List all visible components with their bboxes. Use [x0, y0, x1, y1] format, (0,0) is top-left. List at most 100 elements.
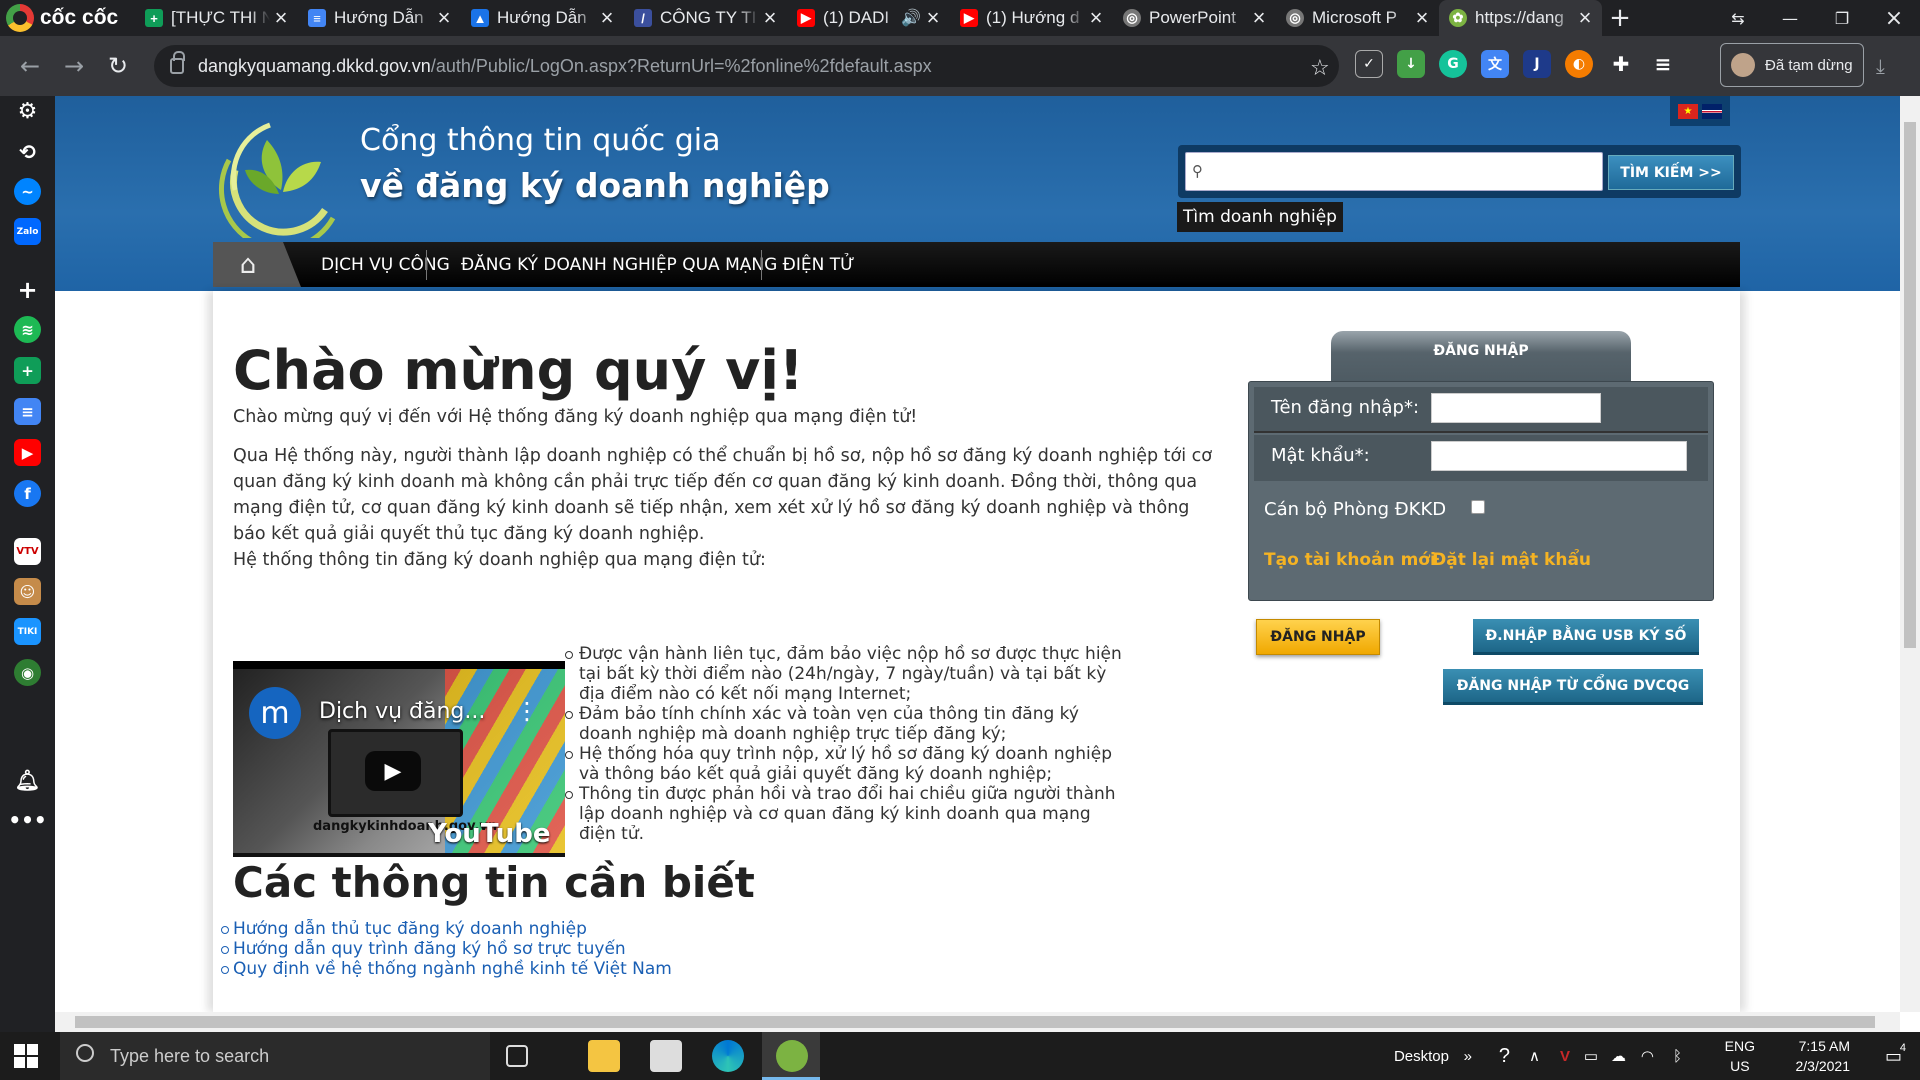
login-button[interactable]: ĐĂNG NHẬP [1256, 619, 1380, 655]
youtube-logo[interactable]: YouTube [428, 819, 550, 849]
antivirus-icon[interactable]: V [1560, 1032, 1570, 1080]
j-extension-icon[interactable]: J [1523, 50, 1551, 78]
tab-4[interactable]: ▶ (1) DADI 🔊 × [787, 0, 950, 36]
add-icon[interactable]: + [14, 276, 41, 304]
shield-icon[interactable]: ✓ [1355, 50, 1383, 78]
username-field[interactable] [1431, 393, 1601, 423]
tab-5[interactable]: ▶ (1) Hướng d × [950, 0, 1113, 36]
download-icon[interactable]: ⤓ [1876, 54, 1885, 78]
language-indicator[interactable]: ENG US [1725, 1032, 1755, 1080]
tiki-icon[interactable]: TIKI [14, 618, 41, 645]
windows-start-icon[interactable] [14, 1044, 38, 1068]
bell-icon[interactable]: 🔔︎ [14, 766, 41, 793]
download-arrow-icon[interactable]: ↓ [1397, 50, 1425, 78]
speaker-icon[interactable]: 🔊 [900, 8, 922, 28]
youtube-video-embed[interactable]: m Dịch vụ đăng... ⋮ ▶ dangkykinhdoanh.go… [233, 661, 565, 857]
youtube-icon[interactable]: ▶ [14, 439, 41, 466]
puzzle-icon[interactable]: ✚ [1607, 50, 1635, 78]
profile-button[interactable]: Đã tạm dừng [1720, 43, 1864, 87]
clock[interactable]: 7:15 AM 2/3/2021 [1796, 1032, 1851, 1080]
close-tab-icon[interactable]: × [596, 5, 618, 31]
minimize-icon[interactable]: — [1764, 0, 1816, 36]
video-menu-icon[interactable]: ⋮ [515, 697, 539, 725]
wifi-icon[interactable]: ◠ [1641, 1032, 1654, 1080]
business-search-input[interactable] [1185, 152, 1603, 191]
nav-online-registration[interactable]: ĐĂNG KÝ DOANH NGHIỆP QUA MẠNG ĐIỆN TỬ [461, 242, 855, 287]
desktop-chevron-icon[interactable]: » [1464, 1032, 1472, 1080]
nav-public-services[interactable]: DỊCH VỤ CÔNG [321, 242, 450, 287]
bookmark-star-icon[interactable]: ☆ [1310, 56, 1330, 81]
back-icon[interactable]: ← [8, 44, 52, 88]
password-field[interactable] [1431, 441, 1687, 471]
close-tab-icon[interactable]: × [759, 5, 781, 31]
play-icon[interactable]: ▶ [365, 751, 421, 791]
more-icon[interactable]: ••• [8, 806, 46, 833]
grammarly-icon[interactable]: G [1439, 50, 1467, 78]
channel-avatar[interactable]: m [249, 687, 301, 739]
horizontal-scrollbar[interactable] [55, 1012, 1900, 1032]
close-tab-icon[interactable]: × [1085, 5, 1107, 31]
game-icon[interactable]: ☺ [14, 578, 41, 605]
new-tab-button[interactable]: + [1602, 3, 1638, 33]
edge-icon[interactable] [712, 1040, 744, 1072]
playlist-icon[interactable]: ≡ [1649, 50, 1677, 78]
industry-codes-link[interactable]: Quy định về hệ thống ngành nghề kinh tế … [233, 959, 672, 979]
battery-icon[interactable]: ▭ [1584, 1032, 1598, 1080]
home-icon[interactable]: ⌂ [213, 242, 301, 287]
tab-search-icon[interactable]: ⇆ [1712, 0, 1764, 36]
forward-icon[interactable]: → [52, 44, 96, 88]
file-explorer-icon[interactable] [588, 1040, 620, 1072]
tab-8[interactable]: ✿ https://dang × [1439, 0, 1602, 36]
close-window-icon[interactable]: × [1868, 0, 1920, 36]
tab-1[interactable]: ≡ Hướng Dẫn × [298, 0, 461, 36]
notification-icon[interactable]: ▭ [1885, 1032, 1902, 1080]
create-account-link[interactable]: Tạo tài khoản mới [1264, 550, 1436, 570]
coccoc-brand[interactable]: cốc cốc [0, 0, 135, 36]
officer-checkbox[interactable] [1471, 500, 1485, 514]
close-tab-icon[interactable]: × [1248, 5, 1270, 31]
portal-leaf-logo[interactable] [215, 110, 345, 238]
cloud-icon[interactable]: ☁ [1611, 1032, 1626, 1080]
facebook-icon[interactable]: f [14, 480, 41, 507]
search-button[interactable]: TÌM KIẾM >> [1608, 155, 1734, 190]
dvcqg-login-button[interactable]: ĐĂNG NHẬP TỪ CỔNG DVCQG [1443, 669, 1703, 705]
vertical-scrollbar[interactable] [1900, 96, 1920, 1012]
spotify-icon[interactable]: ≋ [14, 316, 41, 343]
settings-icon[interactable]: ⚙ [14, 98, 41, 125]
guide-online-process-link[interactable]: Hướng dẫn quy trình đăng ký hồ sơ trực t… [233, 939, 626, 959]
close-tab-icon[interactable]: × [270, 5, 292, 31]
history-icon[interactable]: ⟲ [14, 138, 41, 165]
tab-7[interactable]: ◎ Microsoft P × [1276, 0, 1439, 36]
desktop-label[interactable]: Desktop [1394, 1032, 1449, 1080]
close-tab-icon[interactable]: × [433, 5, 455, 31]
task-view-icon[interactable] [506, 1045, 528, 1067]
zalo-icon[interactable]: Zalo [14, 218, 41, 245]
vietnam-flag-icon[interactable]: ★ [1678, 103, 1698, 119]
vtv-icon[interactable]: VTV [14, 538, 41, 565]
close-tab-icon[interactable]: × [1411, 5, 1433, 31]
coccoc-green-icon[interactable]: ◉ [14, 659, 41, 686]
address-bar[interactable]: dangkyquamang.dkkd.gov.vn/auth/Public/Lo… [154, 45, 1339, 87]
close-tab-icon[interactable]: × [1574, 5, 1596, 31]
bluetooth-icon[interactable]: ᛒ [1673, 1032, 1682, 1080]
sheets-plus-icon[interactable]: + [14, 357, 41, 384]
video-title[interactable]: Dịch vụ đăng... [319, 699, 485, 724]
docs-icon[interactable]: ≡ [14, 398, 41, 425]
close-tab-icon[interactable]: × [922, 5, 944, 31]
maximize-icon[interactable]: ❐ [1816, 0, 1868, 36]
reset-password-link[interactable]: Đặt lại mật khẩu [1432, 550, 1591, 570]
tab-2[interactable]: ▲ Hướng Dẫn × [461, 0, 624, 36]
show-hidden-icon[interactable]: ∧ [1529, 1032, 1540, 1080]
scrollbar-thumb[interactable] [1904, 122, 1916, 648]
reload-icon[interactable]: ↻ [96, 44, 140, 88]
store-icon[interactable] [650, 1040, 682, 1072]
messenger-icon[interactable]: ~ [14, 178, 41, 205]
coccoc-extension-icon[interactable]: ◐ [1565, 50, 1593, 78]
tab-3[interactable]: / CÔNG TY TI × [624, 0, 787, 36]
tab-6[interactable]: ◎ PowerPoint × [1113, 0, 1276, 36]
scrollbar-thumb[interactable] [75, 1016, 1875, 1028]
tab-0[interactable]: + [THỰC THI N × [135, 0, 298, 36]
uk-flag-icon[interactable] [1702, 103, 1722, 119]
help-icon[interactable]: ? [1499, 1032, 1510, 1080]
usb-login-button[interactable]: Đ.NHẬP BẰNG USB KÝ SỐ [1473, 619, 1699, 655]
